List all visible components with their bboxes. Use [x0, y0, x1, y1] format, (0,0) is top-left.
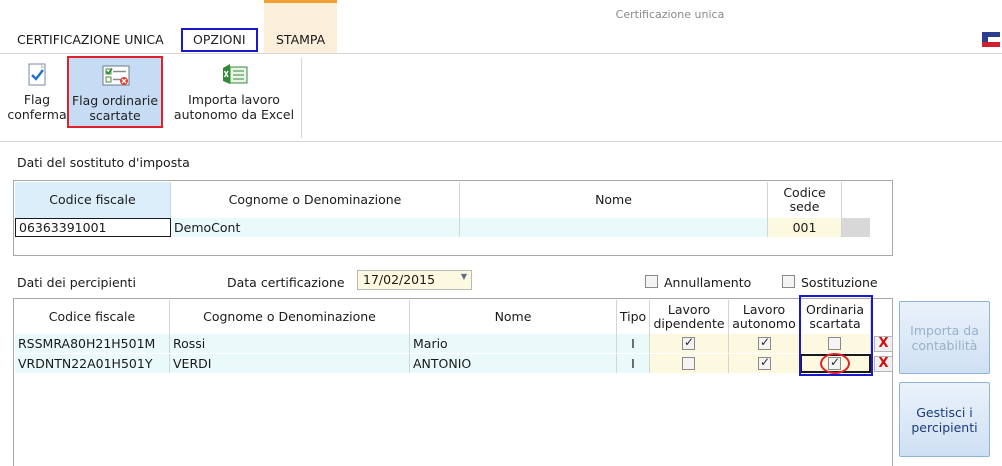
list-checkbox-icon: [101, 63, 130, 89]
sostituto-header-codice-sede-2: sede: [789, 199, 820, 214]
row-2-delete-button[interactable]: X: [874, 356, 893, 372]
sostituto-section-label: Dati del sostituto d'imposta: [17, 155, 190, 170]
importa-contabilita-label-1: Importa da: [910, 322, 979, 338]
importa-da-contabilita-button[interactable]: Importa da contabilità: [899, 301, 990, 374]
table-row-1-nome[interactable]: Mario: [410, 334, 617, 353]
tab-certificazione-unica[interactable]: CERTIFICAZIONE UNICA: [17, 28, 164, 52]
ribbon-group-divider: [301, 58, 302, 138]
date-dropdown-icon[interactable]: ▼: [461, 272, 467, 281]
lavoro-dipendente-header-2: dipendente: [653, 316, 725, 331]
sostituto-codice-sede-cell[interactable]: 001: [768, 218, 842, 237]
percipienti-grid: Codice fiscale Cognome o Denominazione N…: [13, 298, 893, 466]
sostituzione-label: Sostituzione: [801, 275, 878, 290]
percipienti-header-tipo: Tipo: [617, 300, 650, 334]
ordinaria-scartata-highlight-box: [799, 295, 873, 376]
annullamento-label: Annullamento: [664, 275, 752, 290]
ribbon-top-divider: [0, 53, 1002, 54]
sostituto-row-spare-cell: [842, 218, 870, 237]
table-row-2-tipo[interactable]: I: [617, 354, 650, 373]
language-flag-icon[interactable]: [982, 32, 1000, 48]
row-1-lavoro-autonomo-checkbox[interactable]: [758, 335, 771, 350]
tab-stampa[interactable]: STAMPA: [276, 28, 325, 52]
percipienti-header-lavoro-dipendente: Lavoro dipendente: [650, 300, 729, 334]
excel-import-icon: [220, 62, 248, 88]
annullamento-checkbox[interactable]: [645, 275, 658, 288]
table-row-1-tipo[interactable]: I: [617, 334, 650, 353]
sostituto-header-codice-sede-1: Codice: [783, 185, 826, 200]
percipienti-header-nome: Nome: [410, 300, 617, 334]
ribbon-bottom-divider: [0, 141, 1002, 142]
data-certificazione-value: 17/02/2015: [363, 272, 436, 287]
row-2-lavoro-dipendente-checkbox[interactable]: [682, 357, 695, 370]
sostituto-nome-cell[interactable]: [460, 218, 768, 237]
percipienti-header-cognome: Cognome o Denominazione: [170, 300, 410, 334]
tab-opzioni[interactable]: OPZIONI: [181, 28, 258, 52]
importa-excel-label-2: autonomo da Excel: [173, 107, 295, 122]
lavoro-dipendente-header-1: Lavoro: [667, 302, 711, 317]
percipienti-section-label: Dati dei percipienti: [17, 275, 136, 290]
importa-contabilita-label-2: contabilità: [911, 337, 978, 353]
data-certificazione-label: Data certificazione: [227, 275, 345, 290]
table-row-2-nome[interactable]: ANTONIO: [410, 354, 617, 373]
flag-ordinarie-label-2: scartate: [89, 108, 141, 123]
row-1-lavoro-dipendente-checkbox[interactable]: [682, 335, 695, 350]
flag-conferma-label-1: Flag: [23, 92, 51, 107]
flag-ordinarie-label-1: Flag ordinarie: [71, 93, 159, 108]
row-1-delete-button[interactable]: X: [874, 336, 893, 352]
flag-conferma-button[interactable]: Flag conferma: [6, 62, 68, 122]
sostituto-codice-fiscale-input[interactable]: 06363391001: [15, 218, 171, 237]
sostituto-header-nome: Nome: [460, 182, 768, 218]
importa-lavoro-autonomo-excel-button[interactable]: Importa lavoro autonomo da Excel: [170, 62, 298, 122]
percipienti-header-lavoro-autonomo: Lavoro autonomo: [729, 300, 800, 334]
data-certificazione-input[interactable]: 17/02/2015 ▼: [357, 270, 472, 290]
document-check-icon: [23, 62, 51, 88]
table-row-1-cognome[interactable]: Rossi: [170, 334, 410, 353]
sostituto-header-cognome: Cognome o Denominazione: [171, 182, 460, 218]
table-row-1-codice-fiscale[interactable]: RSSMRA80H21H501M: [15, 334, 170, 353]
lavoro-autonomo-header-1: Lavoro: [742, 302, 786, 317]
row-2-lavoro-autonomo-checkbox[interactable]: [758, 355, 771, 370]
sostituzione-checkbox[interactable]: [782, 275, 795, 288]
flag-conferma-label-2: conferma: [7, 107, 67, 122]
flag-ordinarie-scartate-button[interactable]: Flag ordinarie scartate: [67, 56, 163, 128]
gestisci-percipienti-label-2: percipienti: [911, 419, 978, 435]
gestisci-percipienti-button[interactable]: Gestisci i percipienti: [899, 382, 990, 457]
importa-excel-label-1: Importa lavoro: [188, 92, 280, 107]
sostituto-header-codice-sede: Codice sede: [768, 182, 842, 218]
sostituto-cognome-cell[interactable]: DemoCont: [171, 218, 460, 237]
window-title: Certificazione unica: [615, 8, 725, 21]
table-row-2-codice-fiscale[interactable]: VRDNTN22A01H501Y: [15, 354, 170, 373]
percipienti-header-codice-fiscale: Codice fiscale: [15, 300, 170, 334]
sostituto-grid: Codice fiscale Cognome o Denominazione N…: [13, 180, 893, 256]
lavoro-autonomo-header-2: autonomo: [732, 316, 796, 331]
table-row-2-cognome[interactable]: VERDI: [170, 354, 410, 373]
sostituto-header-codice-fiscale: Codice fiscale: [15, 182, 171, 218]
gestisci-percipienti-label-1: Gestisci i: [916, 404, 973, 420]
